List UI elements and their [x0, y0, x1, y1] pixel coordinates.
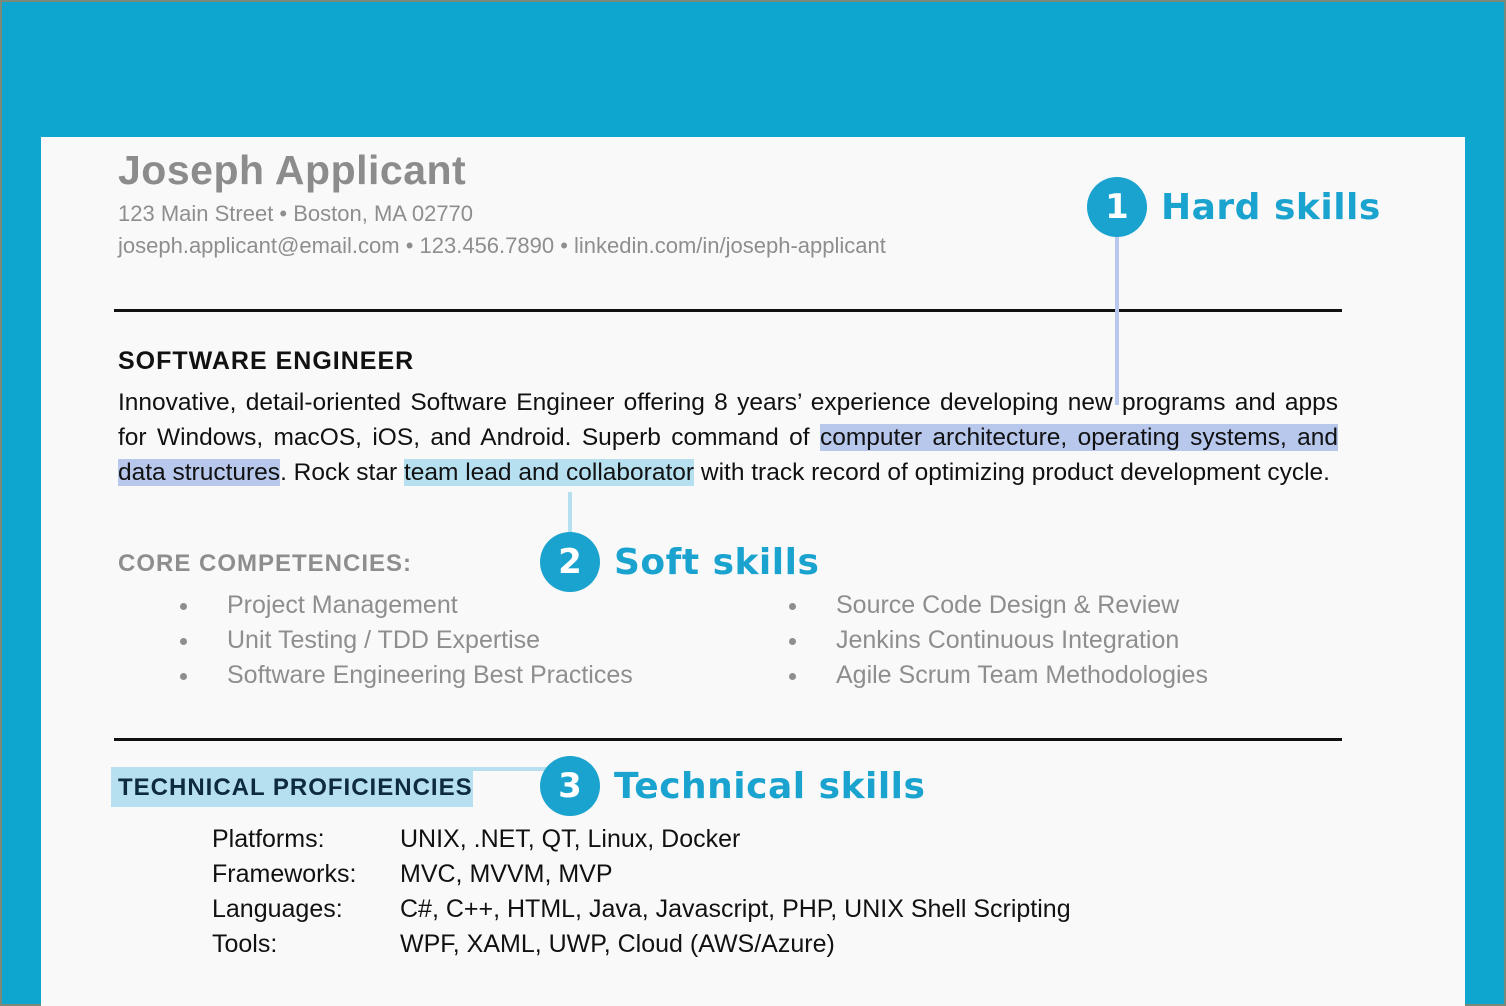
callout-soft-skills: 2 Soft skills: [540, 532, 819, 592]
table-row: Frameworks: MVC, MVVM, MVP: [212, 857, 1071, 892]
callout-label: Hard skills: [1161, 186, 1381, 228]
list-item: Project Management: [180, 588, 633, 623]
row-value: UNIX, .NET, QT, Linux, Docker: [400, 825, 741, 853]
list-item: Agile Scrum Team Methodologies: [789, 658, 1208, 693]
row-value: C#, C++, HTML, Java, Javascript, PHP, UN…: [400, 895, 1071, 923]
resume-page: Joseph Applicant 123 Main Street • Bosto…: [41, 137, 1465, 1006]
summary-text-2: . Rock star: [280, 459, 404, 486]
row-label: Platforms:: [212, 825, 325, 853]
divider-bottom: [114, 738, 1342, 741]
number-badge-icon: 2: [540, 532, 600, 592]
callout-label: Soft skills: [614, 541, 820, 583]
address: 123 Main Street • Boston, MA 02770: [118, 201, 474, 226]
table-row: Tools: WPF, XAML, UWP, Cloud (AWS/Azure): [212, 927, 1071, 962]
core-competencies-title: CORE COMPETENCIES:: [118, 550, 413, 577]
row-label: Languages:: [212, 895, 343, 923]
row-value: MVC, MVVM, MVP: [400, 860, 613, 888]
callout-technical-skills: 3 Technical skills: [540, 756, 925, 816]
summary-text-3: with track record of optimizing product …: [694, 459, 1330, 486]
competencies-list-right: Source Code Design & Review Jenkins Cont…: [789, 588, 1208, 693]
hard-skills-connector: [1115, 237, 1119, 405]
callout-label: Technical skills: [614, 765, 926, 807]
row-value: WPF, XAML, UWP, Cloud (AWS/Azure): [400, 930, 835, 958]
list-item: Jenkins Continuous Integration: [789, 623, 1208, 658]
technical-proficiencies-title: TECHNICAL PROFICIENCIES: [118, 774, 473, 801]
list-item: Source Code Design & Review: [789, 588, 1208, 623]
table-row: Platforms: UNIX, .NET, QT, Linux, Docker: [212, 822, 1071, 857]
competencies-list-left: Project Management Unit Testing / TDD Ex…: [180, 588, 633, 693]
list-item: Unit Testing / TDD Expertise: [180, 623, 633, 658]
callout-hard-skills: 1 Hard skills: [1087, 177, 1381, 237]
soft-skills-connector: [568, 492, 572, 537]
technical-table: Platforms: UNIX, .NET, QT, Linux, Docker…: [212, 822, 1071, 962]
job-title: SOFTWARE ENGINEER: [118, 347, 415, 375]
row-label: Tools:: [212, 930, 278, 958]
number-badge-icon: 3: [540, 756, 600, 816]
list-item: Software Engineering Best Practices: [180, 658, 633, 693]
soft-skills-highlight: team lead and collaborator: [403, 459, 695, 486]
summary-paragraph: Innovative, detail-oriented Software Eng…: [118, 385, 1338, 490]
contact-line: joseph.applicant@email.com • 123.456.789…: [118, 233, 886, 258]
number-badge-icon: 1: [1087, 177, 1147, 237]
applicant-name: Joseph Applicant: [118, 147, 467, 193]
table-row: Languages: C#, C++, HTML, Java, Javascri…: [212, 892, 1071, 927]
divider-top: [114, 309, 1342, 312]
row-label: Frameworks:: [212, 860, 357, 888]
